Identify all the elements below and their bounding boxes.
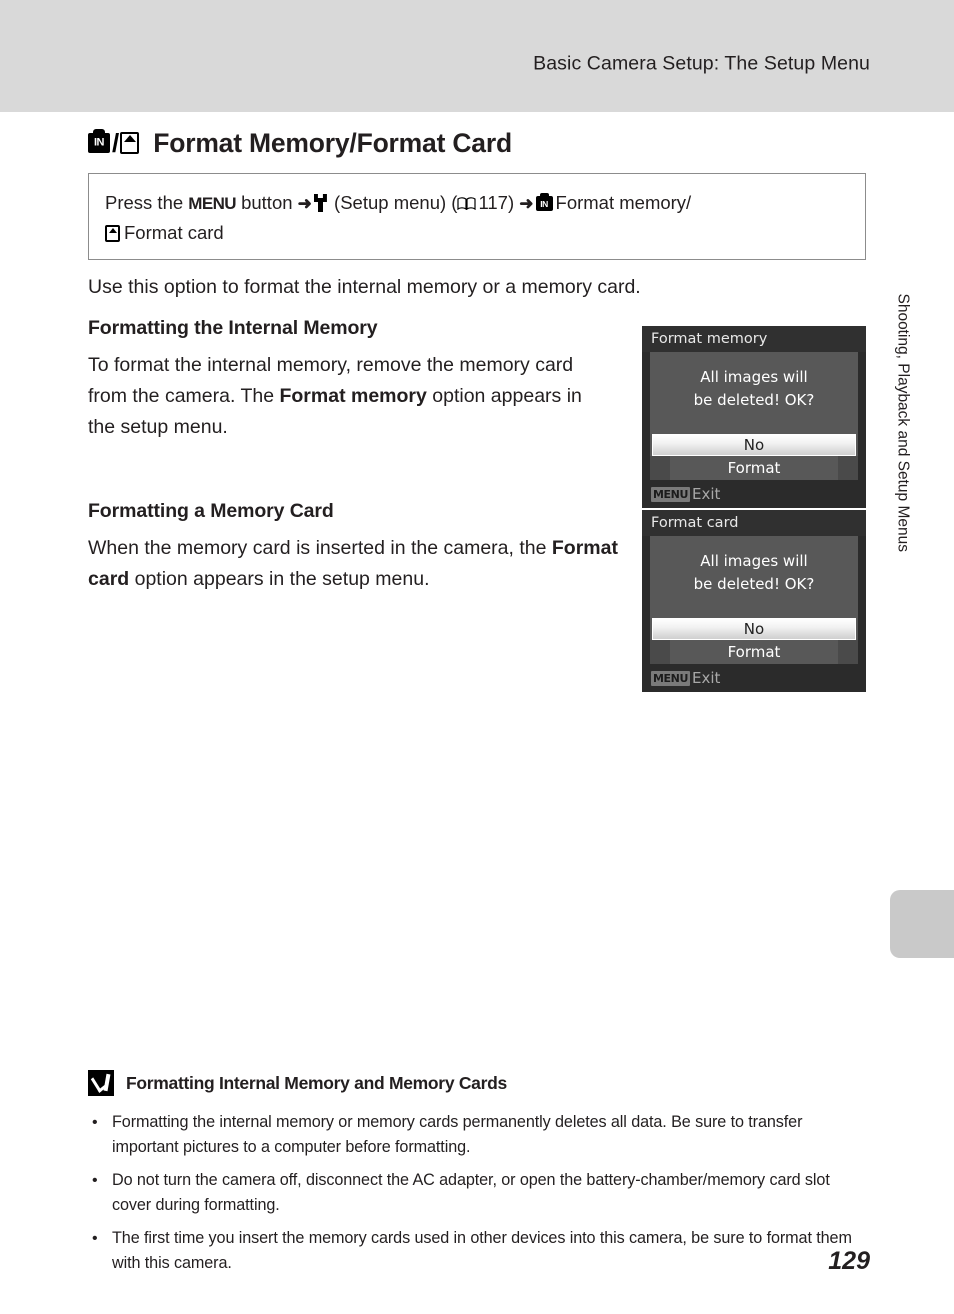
notes-block: Formatting Internal Memory and Memory Ca…: [88, 1070, 870, 1284]
camera-option-no-selected[interactable]: No: [652, 434, 856, 456]
section-body-memory-card: When the memory card is inserted in the …: [88, 533, 618, 595]
page-title-icons: IN /: [88, 128, 140, 158]
camera-screen-message-format-memory: All images will be deleted! OK?: [650, 366, 858, 434]
chapter-tab-marker: [890, 890, 954, 958]
camera-option-row-format: Format: [650, 640, 858, 664]
instruction-line-1: Press the MENU button ➜ (Setup menu) ( 11…: [105, 188, 849, 218]
camera-message-line2: be deleted! OK?: [693, 391, 815, 409]
intro-paragraph: Use this option to format the internal m…: [88, 276, 641, 298]
memory-card-icon: [120, 132, 140, 154]
section-body-card-part2: option appears in the setup menu.: [129, 568, 430, 590]
camera-screen-body-format-memory: All images will be deleted! OK? No Forma…: [650, 352, 858, 480]
camera-screen-title-format-memory: Format memory: [642, 326, 866, 352]
internal-memory-icon: IN: [88, 129, 110, 153]
camera-screen-format-card: Format card All images will be deleted! …: [642, 510, 866, 692]
arrow-right-icon-2: ➜: [519, 194, 534, 213]
section-heading-memory-card: Formatting a Memory Card: [88, 500, 334, 522]
camera-option-gutter-right: [838, 456, 858, 480]
menu-badge-icon: MENU: [651, 486, 690, 502]
camera-option-gutter-left: [650, 456, 670, 480]
camera-screen-message-format-card: All images will be deleted! OK?: [650, 550, 858, 618]
internal-memory-icon-small: IN: [535, 193, 553, 211]
list-item: • Do not turn the camera off, disconnect…: [88, 1168, 870, 1218]
camera-option-row-format: Format: [650, 456, 858, 480]
note-bullet-icon: •: [92, 1230, 98, 1247]
page-title: IN / Format Memory/Format Card: [88, 122, 512, 164]
instruction-text-d: ): [507, 192, 520, 213]
caution-icon: [88, 1070, 114, 1096]
camera-option-gutter-left: [650, 640, 670, 664]
book-reference-icon: [457, 197, 477, 210]
section-heading-internal-memory: Formatting the Internal Memory: [88, 317, 378, 339]
instruction-text-e: Format memory/: [555, 192, 692, 213]
camera-footer-exit-label: Exit: [692, 485, 721, 503]
camera-screen-footer-format-memory: MENU Exit: [642, 480, 866, 508]
camera-message-line2: be deleted! OK?: [693, 575, 815, 593]
camera-screen-format-memory: Format memory All images will be deleted…: [642, 326, 866, 508]
note-text: Formatting the internal memory or memory…: [112, 1113, 803, 1156]
camera-option-gutter-right: [838, 640, 858, 664]
menu-button-keyword: MENU: [188, 194, 236, 213]
instruction-text-b: button: [235, 192, 298, 213]
menu-badge-icon: MENU: [651, 670, 690, 686]
camera-option-format[interactable]: Format: [670, 640, 838, 664]
wrench-setup-icon: [314, 194, 327, 212]
camera-screen-title-format-card: Format card: [642, 510, 866, 536]
instruction-box: Press the MENU button ➜ (Setup menu) ( 11…: [88, 173, 866, 260]
arrow-right-icon-1: ➜: [297, 194, 312, 213]
section-formatting-internal-memory: Formatting the Internal Memory To format…: [88, 317, 606, 443]
memory-card-icon-small: [105, 225, 120, 242]
instruction-line-2-text: Format card: [124, 222, 224, 243]
list-item: • Formatting the internal memory or memo…: [88, 1110, 870, 1160]
section-body-internal-bold: Format memory: [279, 385, 427, 407]
page-title-text: Format Memory/Format Card: [153, 127, 512, 158]
camera-message-line1: All images will: [700, 552, 808, 570]
instruction-page-ref: 117: [478, 192, 508, 213]
list-item: • The first time you insert the memory c…: [88, 1226, 870, 1276]
note-bullet-icon: •: [92, 1172, 98, 1189]
internal-memory-icon-label: IN: [94, 136, 105, 149]
note-text: Do not turn the camera off, disconnect t…: [112, 1171, 830, 1214]
camera-screen-footer-format-card: MENU Exit: [642, 664, 866, 692]
note-text: The first time you insert the memory car…: [112, 1229, 852, 1272]
instruction-text-c: (Setup menu) (: [328, 192, 458, 213]
notes-heading-row: Formatting Internal Memory and Memory Ca…: [88, 1070, 870, 1096]
camera-screen-body-format-card: All images will be deleted! OK? No Forma…: [650, 536, 858, 664]
instruction-line-2: Format card: [105, 218, 849, 247]
running-header-title: Basic Camera Setup: The Setup Menu: [533, 52, 870, 75]
section-body-card-part1: When the memory card is inserted in the …: [88, 537, 552, 559]
page-number: 129: [828, 1247, 870, 1275]
camera-footer-exit-label: Exit: [692, 669, 721, 687]
internal-memory-icon-small-label: IN: [540, 198, 548, 209]
instruction-text-a: Press the: [105, 192, 189, 213]
camera-option-format[interactable]: Format: [670, 456, 838, 480]
chapter-tab-label: Shooting, Playback and Setup Menus: [895, 293, 912, 552]
notes-heading: Formatting Internal Memory and Memory Ca…: [126, 1072, 507, 1093]
section-formatting-memory-card: Formatting a Memory Card When the memory…: [88, 500, 618, 595]
title-separator: /: [112, 128, 120, 158]
section-body-internal-memory: To format the internal memory, remove th…: [88, 350, 606, 443]
note-bullet-icon: •: [92, 1114, 98, 1131]
camera-option-no-selected[interactable]: No: [652, 618, 856, 640]
camera-message-line1: All images will: [700, 368, 808, 386]
